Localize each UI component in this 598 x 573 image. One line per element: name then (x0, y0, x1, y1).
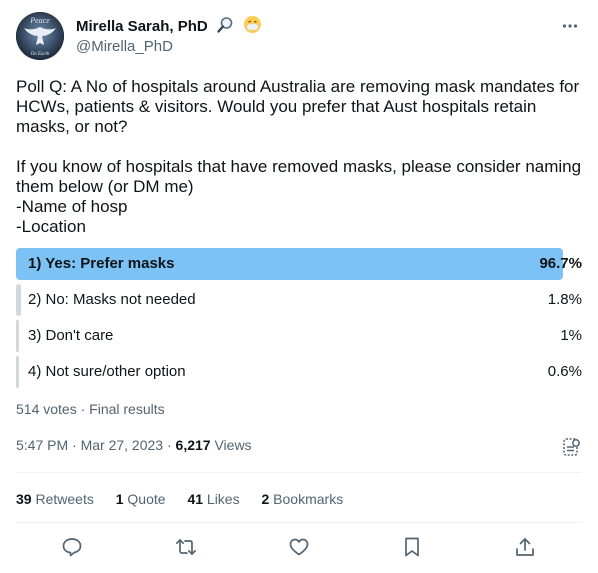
share-button[interactable] (514, 536, 536, 558)
likes-count: 41 (187, 491, 204, 507)
like-button[interactable] (288, 536, 310, 558)
action-bar (16, 530, 582, 566)
avatar-text-bottom: On Earth (31, 52, 50, 57)
tweet-timestamp: 5:47 PM · Mar 27, 2023 · 6,217 Views (16, 437, 252, 453)
avatar-image: Peace On Earth (16, 12, 64, 60)
poll-option-label: 3) Don't care (28, 327, 114, 344)
poll-option-bar (16, 320, 20, 352)
divider (16, 522, 582, 523)
poll: 1) Yes: Prefer masks 96.7% 2) No: Masks no… (16, 248, 582, 392)
analytics-button[interactable] (562, 437, 582, 457)
bookmarks-count: 2 (261, 491, 270, 507)
poll-option-label: 2) No: Masks not needed (28, 291, 196, 308)
divider (16, 472, 582, 473)
poll-option: 4) Not sure/other option 0.6% (16, 356, 582, 388)
avatar-text-top: Peace (29, 16, 50, 25)
bookmarks-label: Bookmarks (273, 491, 344, 507)
bookmark-icon (405, 537, 419, 557)
retweets-count: 39 (16, 491, 32, 507)
poll-option-label: 1) Yes: Prefer masks (28, 255, 175, 272)
magnifier-emoji (216, 16, 234, 39)
quotes-stat[interactable]: 1 Quote (116, 491, 166, 507)
bookmarks-stat[interactable]: 2 Bookmarks (261, 491, 343, 507)
bookmark-button[interactable] (401, 536, 423, 558)
avatar[interactable]: Peace On Earth (16, 12, 64, 60)
views-count: 6,217 (175, 437, 211, 453)
quotes-count: 1 (115, 491, 124, 507)
more-icon (562, 24, 578, 28)
poll-option: 3) Don't care 1% (16, 320, 582, 352)
quotes-label: Quote (127, 491, 166, 507)
handle[interactable]: @Mirella_PhD (76, 37, 173, 57)
mask-emoji (243, 15, 262, 39)
poll-option: 1) Yes: Prefer masks 96.7% (16, 248, 582, 280)
poll-option: 2) No: Masks not needed 1.8% (16, 284, 582, 316)
reply-button[interactable] (61, 536, 83, 558)
poll-option-percent: 96.7% (539, 255, 582, 272)
poll-option-label: 4) Not sure/other option (28, 363, 186, 380)
author-name-row: Mirella Sarah, PhD (76, 15, 262, 39)
views-label: Views (210, 437, 252, 453)
likes-label: Likes (206, 491, 240, 507)
engagement-stats: 39 Retweets 1 Quote 41 Likes 2 Bookmarks (16, 491, 361, 507)
poll-option-percent: 1.8% (547, 291, 582, 308)
reply-icon (62, 538, 82, 557)
analytics-icon (563, 438, 580, 456)
share-icon (516, 538, 534, 556)
poll-results-meta: 514 votes · Final results (16, 401, 165, 417)
poll-option-bar (16, 356, 20, 388)
display-name[interactable]: Mirella Sarah, PhD (76, 17, 208, 37)
like-icon (289, 538, 309, 556)
retweet-button[interactable] (175, 536, 197, 558)
time-date[interactable]: 5:47 PM · Mar 27, 2023 · (16, 437, 176, 453)
likes-stat[interactable]: 41 Likes (187, 491, 239, 507)
poll-option-percent: 1% (560, 327, 582, 344)
retweet-icon (175, 539, 197, 555)
poll-option-percent: 0.6% (547, 363, 582, 380)
tweet-text: Poll Q: A No of hospitals around Austral… (16, 77, 582, 236)
more-options-button[interactable] (558, 14, 582, 38)
retweets-label: Retweets (35, 491, 94, 507)
retweets-stat[interactable]: 39 Retweets (16, 491, 94, 507)
poll-option-bar (16, 284, 22, 316)
